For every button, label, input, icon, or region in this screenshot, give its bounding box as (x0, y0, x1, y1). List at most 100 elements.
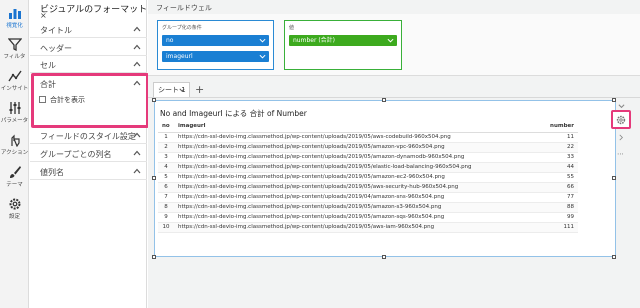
cell-number: 55 (539, 172, 578, 183)
cell-number: 11 (539, 132, 578, 143)
field-wells-title: フィールドウェル (156, 4, 212, 12)
rail-item-settings[interactable]: 設定 (0, 193, 29, 223)
table-row: 4 https://cdn-ssl-devio-img.classmethod.j… (158, 162, 578, 173)
resize-handle[interactable] (152, 255, 156, 259)
section-field-styling[interactable]: フィールドのスタイル設定 (30, 128, 147, 144)
cell-imageurl: https://cdn-ssl-devio-img.classmethod.jp… (174, 202, 540, 213)
cell-no: 7 (158, 192, 174, 203)
cell-imageurl: https://cdn-ssl-devio-img.classmethod.jp… (174, 162, 540, 173)
show-total-checkbox[interactable] (39, 96, 46, 103)
field-pill-number-sum[interactable]: number (合計) (289, 35, 397, 46)
cell-number: 111 (539, 222, 578, 233)
collapse-icon[interactable] (618, 103, 625, 110)
column-header[interactable]: imageurl (174, 121, 540, 133)
column-header[interactable]: number (539, 121, 578, 133)
show-total-label: 合計を表示 (50, 96, 85, 104)
chevron-up-icon (133, 61, 141, 67)
sheet-tab[interactable]: シート 1 (153, 82, 190, 97)
chevron-up-icon (133, 26, 141, 32)
parameter-icon (9, 102, 20, 114)
resize-handle[interactable] (382, 98, 386, 102)
chevron-down-icon[interactable] (259, 37, 266, 44)
add-sheet-button[interactable]: + (195, 83, 204, 96)
action-icon (10, 134, 20, 147)
cell-no: 10 (158, 222, 174, 233)
rail-label: テーマ (6, 182, 23, 188)
cell-imageurl: https://cdn-ssl-devio-img.classmethod.jp… (174, 212, 540, 223)
chevron-down-icon[interactable] (179, 87, 185, 93)
panel-title: ビジュアルのフォーマット (40, 5, 148, 15)
cell-imageurl: https://cdn-ssl-devio-img.classmethod.jp… (174, 132, 540, 143)
section-label: セル (40, 61, 56, 70)
table-row: 5 https://cdn-ssl-devio-img.classmethod.j… (158, 172, 578, 183)
field-pill-label: imageurl (166, 53, 193, 60)
cell-no: 9 (158, 212, 174, 223)
column-header[interactable]: no (158, 121, 174, 133)
cell-imageurl: https://cdn-ssl-devio-img.classmethod.jp… (174, 152, 540, 163)
cell-imageurl: https://cdn-ssl-devio-img.classmethod.jp… (174, 142, 540, 153)
rail-item-theme[interactable]: テーマ (0, 161, 29, 191)
cell-number: 66 (539, 182, 578, 193)
section-header[interactable]: ヘッダー (30, 40, 147, 56)
resize-handle[interactable] (612, 255, 616, 259)
section-value-column-names[interactable]: 値列名 (30, 164, 147, 180)
cell-number: 77 (539, 192, 578, 203)
table-row: 1 https://cdn-ssl-devio-img.classmethod.j… (158, 132, 578, 143)
group-by-well[interactable]: グループ化の条件 no imageurl (157, 20, 274, 70)
field-pill-imageurl[interactable]: imageurl (162, 51, 269, 62)
close-icon[interactable]: × (40, 11, 47, 20)
cell-number: 99 (539, 212, 578, 223)
settings-icon (9, 198, 20, 210)
gear-icon[interactable] (616, 115, 626, 125)
rail-label: フィルタ (3, 54, 26, 60)
resize-handle[interactable] (382, 255, 386, 259)
resize-handle[interactable] (152, 176, 156, 180)
value-well[interactable]: 値 number (合計) (284, 20, 402, 70)
section-label: タイトル (40, 26, 72, 35)
well-label: グループ化の条件 (162, 25, 202, 31)
format-visual-panel: ビジュアルのフォーマット × タイトル ヘッダー セル 合計 フィールドのスタイ… (30, 0, 147, 308)
cell-imageurl: https://cdn-ssl-devio-img.classmethod.jp… (174, 172, 540, 183)
rail-item-action[interactable]: アクション (0, 129, 29, 159)
insight-icon (7, 70, 22, 82)
minimize-icon[interactable] (618, 134, 625, 141)
total-section-highlight (31, 73, 149, 128)
chevron-up-icon (133, 44, 141, 50)
table-row: 10 https://cdn-ssl-devio-img.classmethod.… (158, 222, 578, 233)
visual-title: No and ImageurI による 合計 of Number (160, 109, 307, 118)
pivot-table: no imageurl number 1 https://cdn-ssl-devi… (158, 121, 578, 233)
chevron-down-icon[interactable] (259, 53, 266, 60)
table-row: 3 https://cdn-ssl-devio-img.classmethod.j… (158, 152, 578, 163)
cell-number: 44 (539, 162, 578, 173)
section-group-column-names[interactable]: グループごとの列名 (30, 146, 147, 162)
chevron-down-icon[interactable] (387, 37, 394, 44)
icon-rail: 視覚化 フィルタ インサイト パラメータ アクション テーマ 設定 (0, 0, 29, 308)
field-pill-label: no (166, 37, 174, 44)
resize-handle[interactable] (612, 176, 616, 180)
cell-no: 3 (158, 152, 174, 163)
rail-item-parameter[interactable]: パラメータ (0, 97, 29, 127)
section-cells[interactable]: セル (30, 57, 147, 73)
rail-label: アクション (0, 150, 29, 156)
more-options-icon[interactable]: ⋯ (617, 150, 624, 158)
cell-no: 6 (158, 182, 174, 193)
cell-number: 33 (539, 152, 578, 163)
table-header-row: no imageurl number (158, 121, 578, 133)
resize-handle[interactable] (612, 98, 616, 102)
rail-label: 設定 (8, 214, 20, 220)
section-label: ヘッダー (40, 44, 72, 53)
cell-imageurl: https://cdn-ssl-devio-img.classmethod.jp… (174, 192, 540, 203)
cell-imageurl: https://cdn-ssl-devio-img.classmethod.jp… (174, 222, 540, 233)
cell-no: 1 (158, 132, 174, 143)
resize-handle[interactable] (152, 98, 156, 102)
cell-number: 88 (539, 202, 578, 213)
field-pill-no[interactable]: no (162, 35, 269, 46)
section-title[interactable]: タイトル (30, 22, 147, 38)
rail-item-filter[interactable]: フィルタ (0, 33, 29, 63)
rail-item-visualize[interactable]: 視覚化 (0, 2, 29, 32)
well-label: 値 (289, 25, 295, 31)
cell-number: 22 (539, 142, 578, 153)
rail-item-insight[interactable]: インサイト (0, 65, 29, 95)
section-label: グループごとの列名 (40, 150, 112, 159)
rail-label: パラメータ (0, 118, 29, 124)
